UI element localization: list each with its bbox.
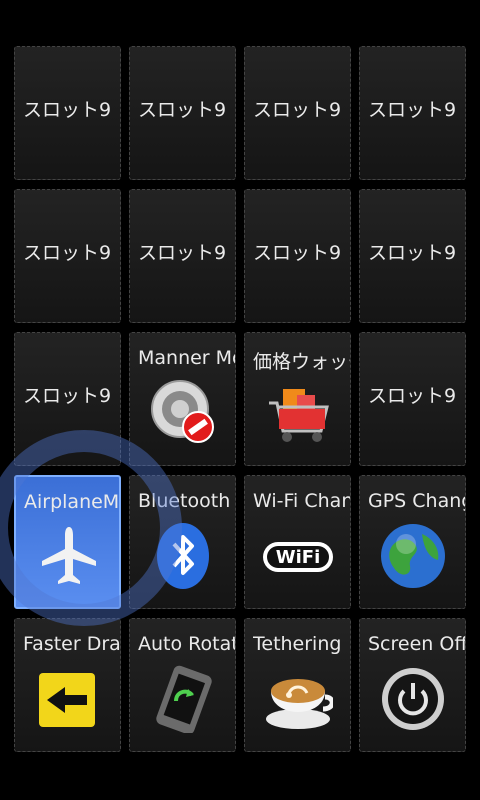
tile-label: スロット9 xyxy=(138,99,227,121)
tile-label: スロット9 xyxy=(253,99,342,121)
coffee-cup-icon xyxy=(266,679,333,729)
tile-label: Wi-Fi Change xyxy=(253,490,350,512)
svg-text:WiFi: WiFi xyxy=(276,547,321,568)
tile-label: スロット9 xyxy=(23,385,112,407)
tethering-tile[interactable]: Tethering xyxy=(244,618,351,752)
auto-rotate-tile[interactable]: Auto Rotate xyxy=(129,618,236,752)
shopping-cart-icon xyxy=(269,389,329,442)
power-icon xyxy=(382,668,444,730)
slot-tile[interactable]: スロット9 xyxy=(129,46,236,180)
tile-label: Manner Mode xyxy=(138,347,235,369)
slot-tile[interactable]: スロット9 xyxy=(359,189,466,323)
slot-tile[interactable]: スロット9 xyxy=(14,189,121,323)
price-watch-tile[interactable]: 価格ウォッチ xyxy=(244,332,351,466)
gps-tile[interactable]: GPS Change xyxy=(359,475,466,609)
tile-label: Faster Draw xyxy=(23,633,120,655)
tile-label: スロット9 xyxy=(138,242,227,264)
tile-label: スロット9 xyxy=(368,385,457,407)
manner-mode-icon xyxy=(151,380,214,443)
screen-off-tile[interactable]: Screen Off xyxy=(359,618,466,752)
tile-label: Screen Off xyxy=(368,633,465,655)
slot-tile[interactable]: スロット9 xyxy=(244,189,351,323)
arrow-left-icon xyxy=(39,673,95,727)
tile-label: Tethering xyxy=(253,633,342,655)
faster-draw-tile[interactable]: Faster Draw xyxy=(14,618,121,752)
tile-label: GPS Change xyxy=(368,490,465,512)
slot-tile[interactable]: スロット9 xyxy=(14,46,121,180)
globe-icon xyxy=(381,524,445,588)
phone-rotate-icon xyxy=(156,665,212,733)
slot-tile[interactable]: スロット9 xyxy=(359,332,466,466)
wifi-icon: WiFi xyxy=(263,542,333,572)
slot-tile[interactable]: スロット9 xyxy=(129,189,236,323)
tile-label: スロット9 xyxy=(368,242,457,264)
tile-label: スロット9 xyxy=(368,99,457,121)
shortcut-grid: スロット9 スロット9 スロット9 スロット9 スロット9 スロット9 スロット… xyxy=(0,0,480,800)
slot-tile[interactable]: スロット9 xyxy=(359,46,466,180)
tile-label: スロット9 xyxy=(253,242,342,264)
manner-mode-tile[interactable]: Manner Mode xyxy=(129,332,236,466)
slot-tile[interactable]: スロット9 xyxy=(244,46,351,180)
wifi-tile[interactable]: Wi-Fi Change WiFi xyxy=(244,475,351,609)
tile-label: 価格ウォッチ xyxy=(253,351,350,373)
tile-label: スロット9 xyxy=(23,242,112,264)
tile-label: スロット9 xyxy=(23,99,112,121)
tile-label: Auto Rotate xyxy=(138,633,235,655)
